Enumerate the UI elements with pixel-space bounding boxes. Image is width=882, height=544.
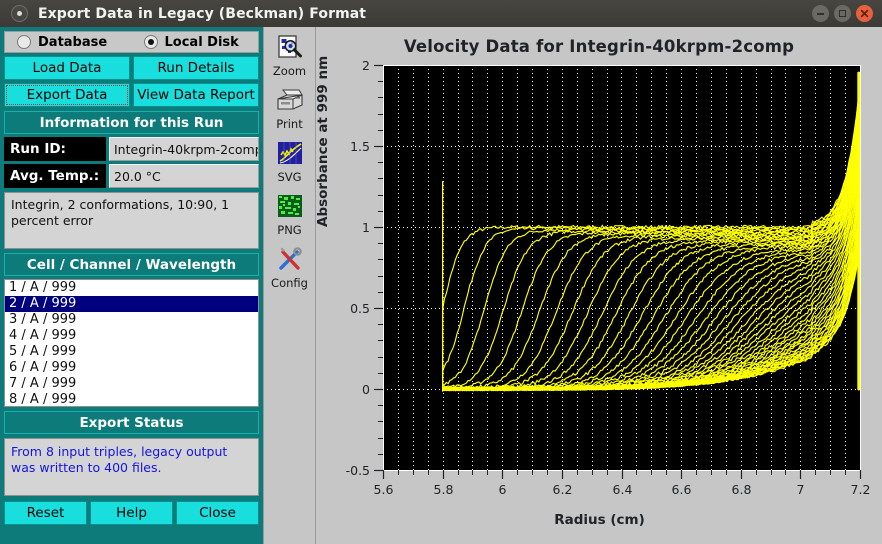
window-controls (812, 5, 873, 22)
svg-text:6: 6 (499, 482, 507, 497)
list-item[interactable]: 5 / A / 999 (5, 344, 258, 360)
help-button[interactable]: Help (90, 501, 173, 525)
png-tool-button[interactable]: PNG (266, 192, 314, 237)
radio-indicator-database[interactable] (17, 35, 31, 49)
png-icon (277, 195, 302, 217)
svg-text:7.2: 7.2 (851, 482, 871, 497)
plot-tool-strip: Zoom Print SVG PNG Config (263, 27, 315, 544)
svg-text:6.6: 6.6 (672, 482, 692, 497)
svg-text:1: 1 (362, 220, 370, 235)
svg-text:7: 7 (797, 482, 805, 497)
zoom-tool-button[interactable]: Zoom (266, 33, 314, 78)
svg-text:6.4: 6.4 (613, 482, 633, 497)
close-icon (860, 9, 869, 18)
plot-pane: Velocity Data for Integrin-40krpm-2comp … (315, 27, 882, 544)
window-titlebar: Export Data in Legacy (Beckman) Format (0, 0, 882, 28)
run-id-label: Run ID: (4, 137, 106, 161)
list-item[interactable]: 2 / A / 999 (5, 296, 258, 312)
export-status-header: Export Status (4, 411, 259, 434)
list-item[interactable]: 6 / A / 999 (5, 360, 258, 376)
chart-canvas[interactable]: Absorbance at 999 nm Radius (cm) -0.5 0 0.… (315, 55, 882, 544)
svg-text:0: 0 (362, 382, 370, 397)
run-information-header: Information for this Run (4, 111, 259, 134)
svg-text:2: 2 (362, 58, 370, 73)
print-icon (276, 89, 303, 110)
footer-button-row: Reset Help Close (4, 501, 259, 525)
radio-label-local-disk: Local Disk (164, 34, 239, 50)
load-data-button[interactable]: Load Data (4, 56, 130, 80)
chart-x-axis-label: Radius (cm) (554, 512, 645, 528)
radio-indicator-local-disk[interactable] (143, 35, 158, 49)
svg-text:5.8: 5.8 (434, 482, 454, 497)
run-notes: Integrin, 2 conformations, 10:90, 1 perc… (4, 192, 259, 249)
svg-text:5.6: 5.6 (374, 482, 394, 497)
list-item[interactable]: 8 / A / 999 (5, 392, 258, 406)
svg-text:-0.5: -0.5 (346, 463, 370, 478)
png-tool-label: PNG (277, 223, 302, 237)
svg-text:1.5: 1.5 (350, 139, 370, 154)
list-item[interactable]: 4 / A / 999 (5, 328, 258, 344)
action-button-grid: Load Data Run Details Export Data View D… (4, 56, 259, 107)
close-button[interactable]: Close (176, 501, 259, 525)
print-tool-label: Print (276, 117, 303, 131)
close-window-button[interactable] (856, 5, 873, 22)
avg-temp-value: 20.0 °C (109, 164, 259, 188)
print-tool-button[interactable]: Print (266, 86, 314, 131)
radio-option-local-disk[interactable]: Local Disk (132, 35, 259, 50)
avg-temp-row: Avg. Temp.: 20.0 °C (4, 164, 259, 188)
avg-temp-label: Avg. Temp.: (4, 164, 106, 188)
run-details-button[interactable]: Run Details (133, 56, 259, 80)
minimize-button[interactable] (812, 5, 829, 22)
chart-title: Velocity Data for Integrin-40krpm-2comp (403, 37, 795, 56)
triples-header: Cell / Channel / Wavelength (4, 253, 259, 276)
window-title: Export Data in Legacy (Beckman) Format (38, 5, 367, 22)
svg-icon (277, 142, 302, 164)
config-tool-button[interactable]: Config (266, 245, 314, 290)
run-id-row: Run ID: Integrin-40krpm-2comp (4, 137, 259, 161)
view-data-report-button[interactable]: View Data Report (133, 83, 259, 107)
triples-listbox[interactable]: 1 / A / 999 2 / A / 999 3 / A / 999 4 / … (4, 279, 259, 407)
export-status-message: From 8 input triples, legacy output was … (4, 438, 259, 496)
list-item[interactable]: 7 / A / 999 (5, 376, 258, 392)
svg-text:0.5: 0.5 (350, 301, 370, 316)
config-tool-label: Config (271, 276, 308, 290)
reset-button[interactable]: Reset (4, 501, 87, 525)
svg-tool-button[interactable]: SVG (266, 139, 314, 184)
export-data-button[interactable]: Export Data (4, 83, 130, 107)
config-icon (278, 247, 302, 270)
app-icon (11, 5, 28, 22)
maximize-button[interactable] (834, 5, 851, 22)
radio-label-database: Database (38, 34, 108, 50)
svg-text:6.8: 6.8 (732, 482, 752, 497)
radio-option-database[interactable]: Database (5, 35, 132, 50)
chart-y-axis-label: Absorbance at 999 nm (315, 55, 331, 227)
list-item[interactable]: 3 / A / 999 (5, 312, 258, 328)
data-source-radio-group: Database Local Disk (4, 31, 259, 53)
svg-tool-label: SVG (277, 170, 302, 184)
control-panel: Database Local Disk Load Data Run Detail… (0, 27, 263, 544)
svg-text:6.2: 6.2 (553, 482, 573, 497)
run-id-value: Integrin-40krpm-2comp (109, 137, 259, 161)
chart-svg: -0.5 0 0.5 1 1.5 2 5.6 5.8 6 6.2 6.4 6.6 6.8 7 7.2 (346, 58, 871, 497)
zoom-tool-label: Zoom (272, 64, 307, 78)
list-item[interactable]: 1 / A / 999 (5, 280, 258, 296)
zoom-icon (277, 35, 302, 58)
